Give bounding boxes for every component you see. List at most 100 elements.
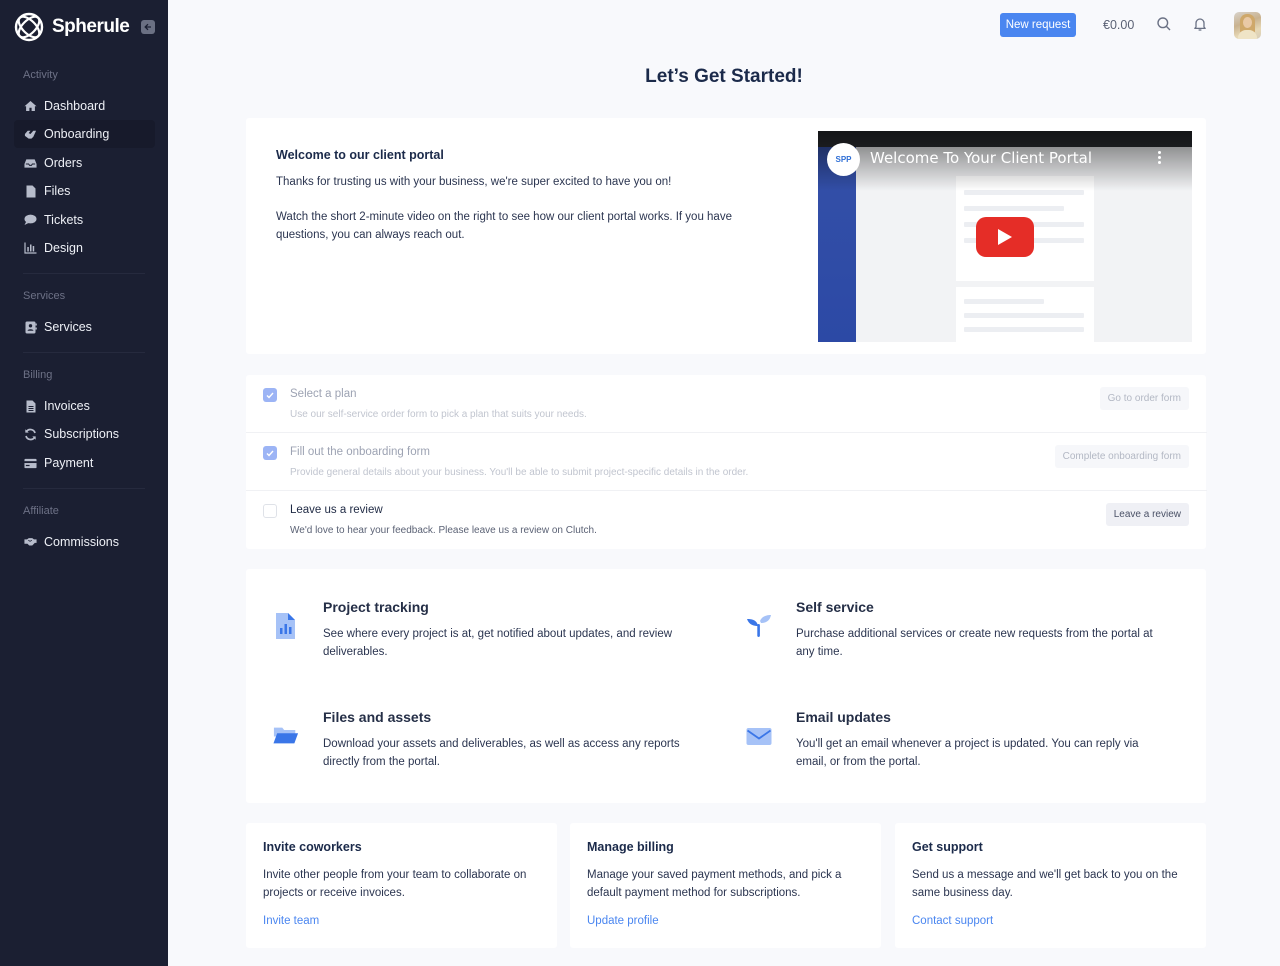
- checkbox-leave-review[interactable]: [263, 504, 277, 518]
- get-support-card: Get support Send us a message and we'll …: [895, 823, 1206, 948]
- sidebar-item-design[interactable]: Design: [14, 234, 155, 262]
- channel-badge: SPP: [827, 143, 860, 176]
- card-title: Get support: [912, 840, 983, 854]
- credit-card-icon: [24, 457, 37, 470]
- folder-open-icon: [273, 727, 299, 744]
- sidebar-item-label: Payment: [44, 456, 94, 470]
- spherule-logo-icon: [14, 12, 44, 42]
- checklist-item-description: Use our self-service order form to pick …: [290, 409, 587, 420]
- feature-description: You'll get an email whenever a project i…: [796, 738, 1139, 768]
- feature-title: Files and assets: [323, 709, 432, 725]
- sidebar-item-invoices[interactable]: Invoices: [14, 392, 155, 420]
- section-label-billing: Billing: [23, 369, 53, 381]
- checklist-item-title: Fill out the onboarding form: [290, 446, 430, 458]
- contact-card-icon: [24, 321, 37, 334]
- onboarding-checklist: Select a plan Use our self-service order…: [246, 375, 1207, 549]
- sidebar-item-label: Orders: [44, 156, 83, 170]
- welcome-card: Welcome to our client portal Thanks for …: [246, 118, 1206, 354]
- intro-video-player[interactable]: SPP Welcome To Your Client Portal: [818, 131, 1192, 342]
- card-title: Manage billing: [587, 840, 674, 854]
- invite-coworkers-card: Invite coworkers Invite other people fro…: [246, 823, 557, 948]
- welcome-title: Welcome to our client portal: [276, 148, 444, 162]
- video-more-options-icon[interactable]: [1158, 151, 1162, 166]
- document-chart-icon: [276, 613, 295, 639]
- brand-name: Spherule: [52, 16, 130, 37]
- welcome-paragraph-2: Watch the short 2-minute video on the ri…: [276, 211, 732, 241]
- sidebar-item-label: Onboarding: [44, 127, 110, 141]
- complete-onboarding-form-button[interactable]: Complete onboarding form: [1054, 445, 1189, 468]
- card-title: Invite coworkers: [263, 840, 362, 854]
- checkbox-onboarding-form[interactable]: [263, 446, 277, 460]
- sidebar-item-label: Files: [44, 184, 71, 198]
- bar-chart-icon: [24, 242, 37, 255]
- video-billing-panel: [956, 287, 1094, 342]
- channel-badge-text: SPP: [835, 155, 852, 164]
- sidebar-item-subscriptions[interactable]: Subscriptions: [14, 420, 155, 448]
- home-icon: [24, 100, 37, 113]
- sidebar-item-label: Dashboard: [44, 99, 106, 113]
- sidebar-divider: [23, 352, 145, 353]
- invite-team-link[interactable]: Invite team: [263, 915, 319, 927]
- features-card: Project tracking See where every project…: [246, 569, 1206, 803]
- refresh-icon: [24, 428, 37, 441]
- checklist-item-title: Select a plan: [290, 388, 357, 400]
- sidebar-item-commissions[interactable]: Commissions: [14, 528, 155, 556]
- feature-description: Download your assets and deliverables, a…: [323, 738, 680, 768]
- sprout-icon: [747, 615, 771, 637]
- envelope-icon: [746, 728, 772, 745]
- sidebar-item-tickets[interactable]: Tickets: [14, 206, 155, 234]
- collapse-sidebar-button[interactable]: [141, 20, 155, 34]
- checklist-item-title: Leave us a review: [290, 504, 383, 516]
- avatar-face: [1243, 17, 1252, 28]
- feature-title: Self service: [796, 599, 874, 615]
- play-button[interactable]: [976, 217, 1034, 257]
- handshake-icon: [24, 128, 37, 141]
- contact-support-link[interactable]: Contact support: [912, 915, 993, 927]
- sidebar: Spherule Activity Dashboard Onboarding O…: [0, 0, 168, 966]
- section-label-affiliate: Affiliate: [23, 505, 59, 517]
- sidebar-item-payment[interactable]: Payment: [14, 449, 155, 477]
- video-title: Welcome To Your Client Portal: [870, 149, 1093, 167]
- file-icon: [24, 185, 37, 198]
- update-profile-link[interactable]: Update profile: [587, 915, 659, 927]
- section-label-activity: Activity: [23, 69, 58, 81]
- sidebar-item-label: Subscriptions: [44, 427, 120, 441]
- avatar-body: [1238, 30, 1257, 39]
- user-avatar[interactable]: [1234, 12, 1261, 39]
- card-description: Manage your saved payment methods, and p…: [587, 869, 842, 899]
- account-balance[interactable]: €0.00: [1103, 18, 1134, 32]
- sidebar-divider: [23, 273, 145, 274]
- feature-description: See where every project is at, get notif…: [323, 628, 673, 658]
- checklist-item: Fill out the onboarding form Provide gen…: [246, 433, 1207, 491]
- search-icon[interactable]: [1156, 16, 1172, 32]
- chat-bubble-icon: [24, 214, 37, 227]
- inbox-icon: [24, 157, 37, 170]
- card-description: Invite other people from your team to co…: [263, 869, 527, 899]
- feature-title: Project tracking: [323, 599, 429, 615]
- sidebar-item-label: Design: [44, 241, 83, 255]
- brand[interactable]: Spherule: [14, 12, 130, 42]
- bell-icon[interactable]: [1192, 16, 1208, 32]
- checkmark-icon: [266, 392, 274, 399]
- sidebar-item-orders[interactable]: Orders: [14, 149, 155, 177]
- checkbox-select-plan[interactable]: [263, 388, 277, 402]
- checklist-item: Select a plan Use our self-service order…: [246, 375, 1207, 433]
- leave-review-button[interactable]: Leave a review: [1105, 503, 1189, 526]
- checklist-item: Leave us a review We'd love to hear your…: [246, 491, 1207, 549]
- sidebar-item-label: Commissions: [44, 535, 120, 549]
- arrow-left-icon: [144, 23, 151, 31]
- new-request-button[interactable]: New request: [1000, 13, 1076, 37]
- checklist-item-description: We'd love to hear your feedback. Please …: [290, 525, 597, 536]
- checklist-item-description: Provide general details about your busin…: [290, 467, 749, 478]
- section-label-services: Services: [23, 290, 66, 302]
- welcome-paragraph-1: Thanks for trusting us with your busines…: [276, 176, 672, 188]
- sidebar-item-files[interactable]: Files: [14, 177, 155, 205]
- sidebar-item-services[interactable]: Services: [14, 313, 155, 341]
- go-to-order-form-button[interactable]: Go to order form: [1099, 387, 1189, 410]
- sidebar-item-onboarding[interactable]: Onboarding: [14, 120, 155, 148]
- feature-description: Purchase additional services or create n…: [796, 628, 1153, 658]
- sidebar-item-label: Services: [44, 320, 92, 334]
- sidebar-divider: [23, 488, 145, 489]
- sidebar-item-dashboard[interactable]: Dashboard: [14, 92, 155, 120]
- invoice-icon: [24, 400, 37, 413]
